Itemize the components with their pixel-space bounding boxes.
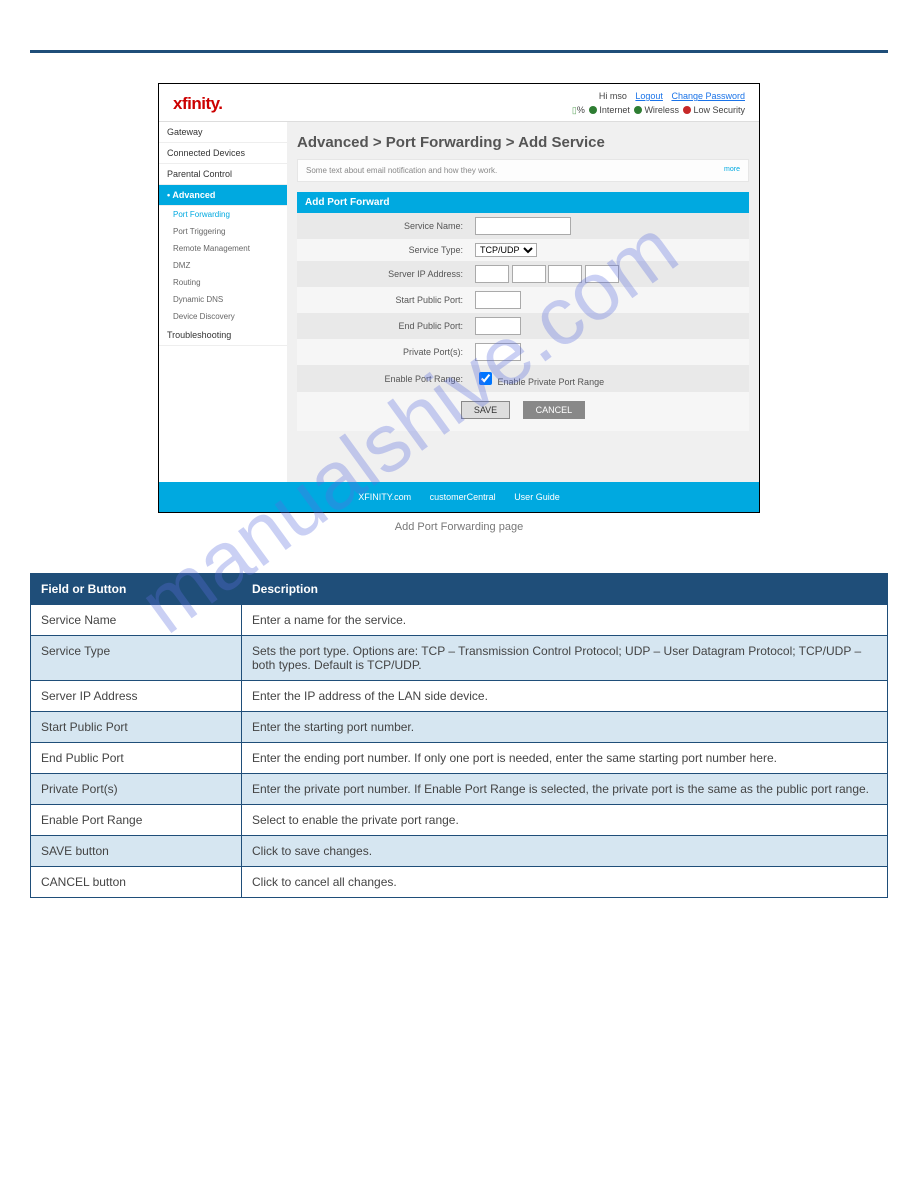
page-title: Advanced > Port Forwarding > Add Service	[297, 134, 749, 151]
field-cell: CANCEL button	[31, 867, 242, 898]
description-cell: Select to enable the private port range.	[242, 805, 888, 836]
more-link[interactable]: more	[724, 166, 740, 173]
panel-header: Add Port Forward	[297, 192, 749, 213]
footer-link-xfinity[interactable]: XFINITY.com	[358, 492, 411, 502]
service-type-select[interactable]: TCP/UDP	[475, 243, 537, 257]
greeting: Hi mso	[599, 91, 627, 101]
sidebar-sub-port-forwarding[interactable]: Port Forwarding	[159, 206, 287, 223]
table-row: End Public PortEnter the ending port num…	[31, 743, 888, 774]
enable-port-range-checkbox[interactable]	[479, 372, 492, 385]
description-table: Field or Button Description Service Name…	[30, 573, 888, 898]
sidebar-sub-dmz[interactable]: DMZ	[159, 257, 287, 274]
label-server-ip: Server IP Address:	[297, 261, 469, 287]
table-row: CANCEL buttonClick to cancel all changes…	[31, 867, 888, 898]
label-private-port: Private Port(s):	[297, 339, 469, 365]
table-row: Start Public PortEnter the starting port…	[31, 712, 888, 743]
ip-octet-3-input[interactable]	[548, 265, 582, 283]
status-dot-icon	[683, 106, 691, 114]
sidebar-sub-port-triggering[interactable]: Port Triggering	[159, 223, 287, 240]
label-end-port: End Public Port:	[297, 313, 469, 339]
table-row: Service TypeSets the port type. Options …	[31, 636, 888, 681]
logout-link[interactable]: Logout	[635, 91, 663, 101]
field-cell: Start Public Port	[31, 712, 242, 743]
status-security: Low Security	[693, 105, 745, 115]
start-public-port-input[interactable]	[475, 291, 521, 309]
footer-link-user-guide[interactable]: User Guide	[514, 492, 560, 502]
table-row: Enable Port RangeSelect to enable the pr…	[31, 805, 888, 836]
sidebar: Gateway Connected Devices Parental Contr…	[159, 122, 287, 482]
ip-octet-4-input[interactable]	[585, 265, 619, 283]
cancel-button[interactable]: CANCEL	[523, 401, 586, 419]
status-dot-icon	[589, 106, 597, 114]
sidebar-item-advanced[interactable]: • Advanced	[159, 185, 287, 206]
status-wireless: Wireless	[644, 105, 679, 115]
status-row: ▯% Internet Wireless Low Security	[572, 104, 745, 118]
info-text: Some text about email notification and h…	[306, 166, 497, 175]
description-cell: Sets the port type. Options are: TCP – T…	[242, 636, 888, 681]
table-row: Server IP AddressEnter the IP address of…	[31, 681, 888, 712]
col-header-field: Field or Button	[31, 574, 242, 605]
status-internet: Internet	[599, 105, 630, 115]
ss-footer: XFINITY.com customerCentral User Guide	[159, 482, 759, 512]
sidebar-item-connected-devices[interactable]: Connected Devices	[159, 143, 287, 164]
ss-header: xfinity. Hi mso Logout Change Password ▯…	[159, 84, 759, 122]
form-table: Service Name: Service Type: TCP/UDP Serv…	[297, 213, 749, 392]
description-cell: Enter the private port number. If Enable…	[242, 774, 888, 805]
router-screenshot: xfinity. Hi mso Logout Change Password ▯…	[158, 83, 760, 513]
sidebar-item-parental-control[interactable]: Parental Control	[159, 164, 287, 185]
label-service-name: Service Name:	[297, 213, 469, 239]
screenshot-caption: Add Port Forwarding page	[30, 521, 888, 533]
service-name-input[interactable]	[475, 217, 571, 235]
save-button[interactable]: SAVE	[461, 401, 510, 419]
info-banner: Some text about email notification and h…	[297, 159, 749, 182]
status-dot-icon	[634, 106, 642, 114]
col-header-description: Description	[242, 574, 888, 605]
description-cell: Enter the starting port number.	[242, 712, 888, 743]
sidebar-item-gateway[interactable]: Gateway	[159, 122, 287, 143]
ip-octet-1-input[interactable]	[475, 265, 509, 283]
field-cell: End Public Port	[31, 743, 242, 774]
label-enable-range: Enable Port Range:	[297, 365, 469, 392]
field-cell: Server IP Address	[31, 681, 242, 712]
change-password-link[interactable]: Change Password	[671, 91, 745, 101]
field-cell: Enable Port Range	[31, 805, 242, 836]
label-start-port: Start Public Port:	[297, 287, 469, 313]
table-row: Private Port(s)Enter the private port nu…	[31, 774, 888, 805]
table-row: SAVE buttonClick to save changes.	[31, 836, 888, 867]
sidebar-sub-remote-management[interactable]: Remote Management	[159, 240, 287, 257]
description-cell: Enter the IP address of the LAN side dev…	[242, 681, 888, 712]
sidebar-item-troubleshooting[interactable]: Troubleshooting	[159, 325, 287, 346]
field-cell: Service Name	[31, 605, 242, 636]
field-cell: Private Port(s)	[31, 774, 242, 805]
sidebar-sub-dynamic-dns[interactable]: Dynamic DNS	[159, 291, 287, 308]
footer-link-customer-central[interactable]: customerCentral	[430, 492, 496, 502]
ip-octet-2-input[interactable]	[512, 265, 546, 283]
end-public-port-input[interactable]	[475, 317, 521, 335]
description-cell: Click to cancel all changes.	[242, 867, 888, 898]
label-service-type: Service Type:	[297, 239, 469, 261]
sidebar-sub-device-discovery[interactable]: Device Discovery	[159, 308, 287, 325]
field-cell: SAVE button	[31, 836, 242, 867]
field-cell: Service Type	[31, 636, 242, 681]
enable-range-text: Enable Private Port Range	[498, 377, 605, 387]
table-row: Service NameEnter a name for the service…	[31, 605, 888, 636]
description-cell: Enter the ending port number. If only on…	[242, 743, 888, 774]
sidebar-sub-routing[interactable]: Routing	[159, 274, 287, 291]
private-port-input[interactable]	[475, 343, 521, 361]
logo: xfinity.	[173, 94, 223, 114]
top-rule	[30, 50, 888, 53]
description-cell: Enter a name for the service.	[242, 605, 888, 636]
description-cell: Click to save changes.	[242, 836, 888, 867]
ss-main: Advanced > Port Forwarding > Add Service…	[287, 122, 759, 482]
